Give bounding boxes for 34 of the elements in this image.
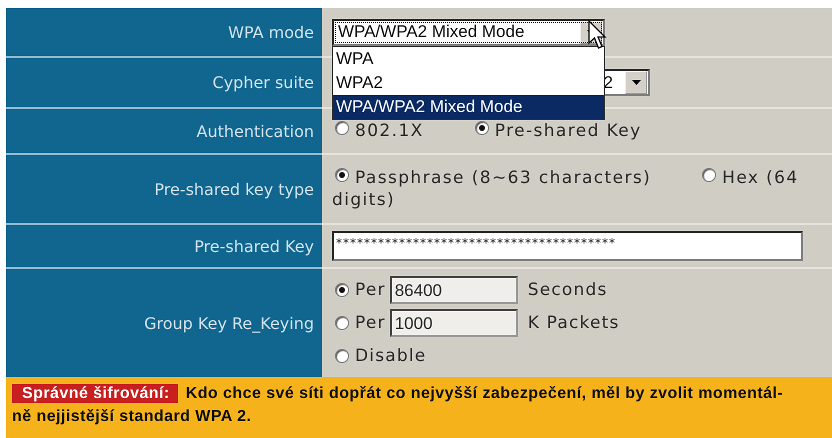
radio-button[interactable] [335, 316, 349, 330]
number-field[interactable]: 86400 [390, 276, 518, 304]
radio-button[interactable] [335, 121, 349, 135]
radio-label: 802.1X [355, 121, 424, 141]
dropdown-option[interactable]: WPA2 [333, 71, 604, 95]
field-label: Authentication [6, 109, 322, 155]
radio-label: digits) [332, 190, 395, 210]
radio-button[interactable] [335, 283, 349, 297]
radio-button[interactable] [335, 349, 349, 363]
dropdown-select[interactable]: WPA/WPA2 Mixed Mode [332, 18, 605, 46]
caret-icon [632, 80, 640, 85]
unit-label: Seconds [528, 280, 608, 300]
caption-text: ně nejjistější standard WPA 2. [12, 408, 252, 425]
field-label: WPA mode [6, 8, 322, 58]
radio-label: Per [355, 280, 386, 300]
caption-text: Kdo chce své síti dopřát co nejvyšší zabezpečení, měl by zvolit momentál- [186, 385, 784, 402]
dropdown-option[interactable]: WPA [333, 47, 604, 71]
caption-label: Správné šifrování: [12, 384, 178, 403]
field-label: Pre-shared key type [6, 155, 322, 225]
radio-label: Pre-shared Key [494, 121, 642, 141]
radio-label: Passphrase (8~63 characters) [355, 168, 652, 188]
radio-label: Per [355, 313, 386, 333]
number-field[interactable]: 1000 [390, 309, 518, 337]
field-label: Pre-shared Key [6, 225, 322, 269]
dropdown-option[interactable]: WPA/WPA2 Mixed Mode [333, 95, 604, 119]
radio-label: Disable [355, 346, 426, 366]
radio-button[interactable] [702, 168, 716, 182]
radio-button[interactable] [474, 121, 489, 135]
field-label: Group Key Re_Keying [6, 269, 322, 377]
field-label: Cypher suite [6, 58, 322, 109]
radio-label: Hex (64 [722, 168, 799, 188]
radio-button[interactable] [335, 168, 349, 182]
password-field[interactable]: **************************************** [332, 231, 803, 261]
unit-label: K Packets [528, 313, 620, 333]
